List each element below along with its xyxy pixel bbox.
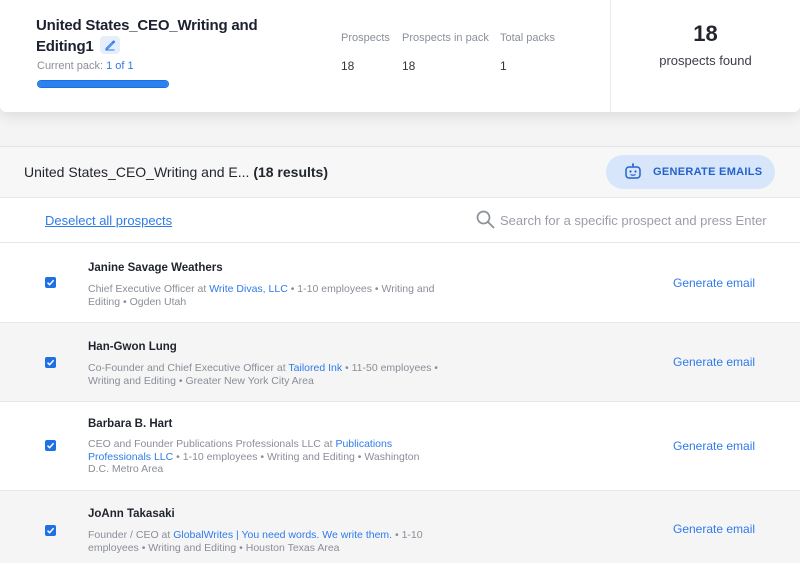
robot-icon xyxy=(625,163,641,179)
prospects-found-label: prospects found xyxy=(659,53,752,68)
stat-value: 1 xyxy=(500,59,507,73)
prospect-checkbox[interactable] xyxy=(45,357,56,368)
current-pack-label: Current pack: xyxy=(37,60,104,72)
generate-email-link[interactable]: Generate email xyxy=(673,522,755,536)
search-row: Deselect all prospects xyxy=(0,198,800,243)
results-panel: United States_CEO_Writing and E... (18 r… xyxy=(0,146,800,563)
stat-label: Prospects xyxy=(341,32,390,44)
pack-title-text: United States_CEO_Writing and Editing1 xyxy=(36,17,258,55)
results-title: United States_CEO_Writing and E... (18 r… xyxy=(24,164,328,180)
prospect-description: Founder / CEO at GlobalWrites | You need… xyxy=(88,529,438,554)
generate-email-link[interactable]: Generate email xyxy=(673,439,755,453)
prospect-checkbox[interactable] xyxy=(45,277,56,288)
prospect-row: Han-Gwon Lung Co-Founder and Chief Execu… xyxy=(0,323,800,402)
stat-label: Prospects in pack xyxy=(402,32,489,44)
current-pack: Current pack: 1 of 1 xyxy=(37,60,134,72)
generate-emails-label: GENERATE EMAILS xyxy=(653,166,763,178)
prospect-search-input[interactable] xyxy=(500,208,790,232)
results-list-name: United States_CEO_Writing and E... xyxy=(24,164,250,180)
prospect-role: CEO and Founder Publications Professiona… xyxy=(88,438,336,450)
stat-total-packs: Total packs 1 xyxy=(500,32,555,73)
pack-summary-card: United States_CEO_Writing and Editing1 C… xyxy=(0,0,800,112)
prospect-company-link[interactable]: GlobalWrites | You need words. We write … xyxy=(173,529,392,541)
prospect-role: Chief Executive Officer at xyxy=(88,283,210,295)
deselect-all-link[interactable]: Deselect all prospects xyxy=(45,213,172,228)
prospect-name: Han-Gwon Lung xyxy=(88,341,177,353)
generate-emails-button[interactable]: GENERATE EMAILS xyxy=(606,155,775,189)
stat-label: Total packs xyxy=(500,32,556,44)
prospect-role: Co-Founder and Chief Executive Officer a… xyxy=(88,362,289,374)
prospect-name: Janine Savage Weathers xyxy=(88,262,223,274)
prospect-row: Janine Savage Weathers Chief Executive O… xyxy=(0,243,800,323)
prospect-role: Founder / CEO at xyxy=(88,529,174,541)
check-icon xyxy=(46,279,55,286)
prospects-found-box: 18 prospects found xyxy=(610,0,800,112)
prospect-description: Chief Executive Officer at Write Divas, … xyxy=(88,283,448,308)
prospect-description: CEO and Founder Publications Professiona… xyxy=(88,438,438,476)
prospect-company-link[interactable]: Write Divas, LLC xyxy=(209,283,288,295)
prospect-company-link[interactable]: Tailored Ink xyxy=(288,362,342,374)
pencil-icon xyxy=(105,40,115,51)
check-icon xyxy=(46,442,55,449)
prospect-name: Barbara B. Hart xyxy=(88,418,173,430)
check-icon xyxy=(46,359,55,366)
generate-email-link[interactable]: Generate email xyxy=(673,276,755,290)
stat-value: 18 xyxy=(402,59,416,73)
prospect-name: JoAnn Takasaki xyxy=(88,508,175,520)
results-count: (18 results) xyxy=(253,164,329,180)
edit-pack-button[interactable] xyxy=(99,36,120,54)
prospect-row: Barbara B. Hart CEO and Founder Publicat… xyxy=(0,402,800,491)
current-pack-value[interactable]: 1 of 1 xyxy=(106,60,134,72)
prospect-description: Co-Founder and Chief Executive Officer a… xyxy=(88,362,448,387)
pack-progress-fill xyxy=(38,81,168,87)
check-icon xyxy=(46,527,55,534)
stat-prospects-in-pack: Prospects in pack 18 xyxy=(402,32,489,73)
search-icon xyxy=(476,210,495,229)
prospect-checkbox[interactable] xyxy=(45,440,56,451)
prospect-row: JoAnn Takasaki Founder / CEO at GlobalWr… xyxy=(0,491,800,563)
stat-value: 18 xyxy=(341,59,355,73)
results-header: United States_CEO_Writing and E... (18 r… xyxy=(0,147,800,198)
stat-prospects: Prospects 18 xyxy=(341,32,390,73)
prospect-checkbox[interactable] xyxy=(45,525,56,536)
generate-email-link[interactable]: Generate email xyxy=(673,355,755,369)
pack-title: United States_CEO_Writing and Editing1 xyxy=(36,15,276,57)
prospects-found-count: 18 xyxy=(693,21,718,46)
pack-progress-bar xyxy=(37,80,169,88)
